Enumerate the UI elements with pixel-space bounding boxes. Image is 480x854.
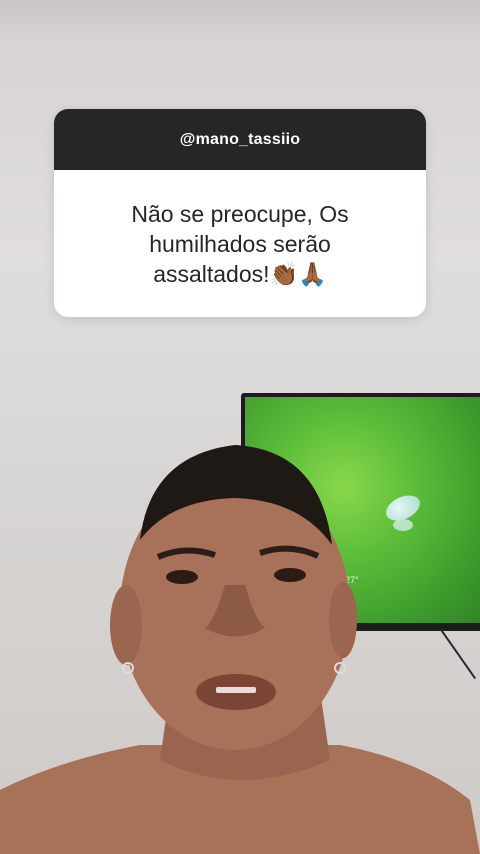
- left-eye: [166, 570, 198, 584]
- question-text: Não se preocupe, Os humilhados serão ass…: [131, 200, 349, 287]
- asker-username: @mano_tassiio: [179, 130, 301, 148]
- story-frame: 27° @mano_tassiio Não se preocupe, Os hu…: [0, 0, 480, 854]
- right-ear: [329, 582, 357, 658]
- left-ear: [110, 585, 142, 665]
- teeth: [216, 687, 256, 693]
- question-sticker[interactable]: @mano_tassiio Não se preocupe, Os humilh…: [54, 109, 426, 317]
- question-sticker-body: Não se preocupe, Os humilhados serão ass…: [54, 170, 426, 317]
- question-sticker-header: @mano_tassiio: [54, 109, 426, 170]
- right-eye: [274, 568, 306, 582]
